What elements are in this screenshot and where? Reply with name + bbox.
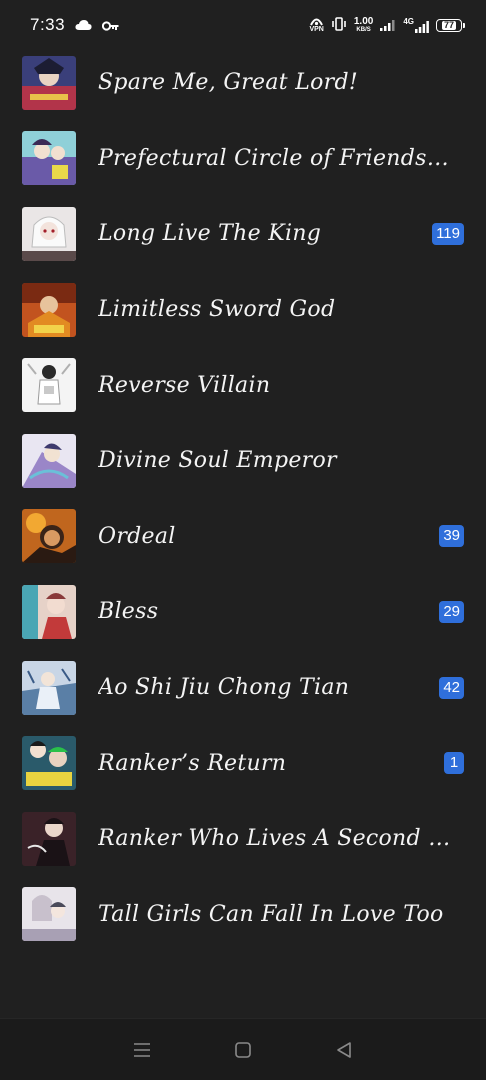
signal-icon xyxy=(380,16,396,35)
vpn-icon: VPN xyxy=(309,17,324,33)
manga-title: Long Live The King xyxy=(98,221,322,247)
manga-title: Ordeal xyxy=(98,523,176,549)
home-icon[interactable] xyxy=(225,1032,261,1068)
manga-title: Bless xyxy=(98,599,159,625)
list-item[interactable]: Reverse Villain xyxy=(0,347,486,423)
network-speed: 1.00 KB/S xyxy=(353,16,374,34)
list-item[interactable]: Bless 29 xyxy=(0,574,486,650)
manga-title: Spare Me, Great Lord! xyxy=(98,70,358,96)
cover-thumbnail xyxy=(22,887,76,942)
manga-title: Limitless Sword God xyxy=(98,297,336,323)
cover-thumbnail xyxy=(22,282,76,337)
cover-thumbnail xyxy=(22,131,76,186)
unread-count-badge: 39 xyxy=(439,525,464,548)
manga-title: Divine Soul Emperor xyxy=(98,448,337,474)
cover-thumbnail xyxy=(22,811,76,866)
speed-unit: KB/S xyxy=(356,27,371,33)
cover-thumbnail xyxy=(22,433,76,488)
list-item[interactable]: Tall Girls Can Fall In Love Too xyxy=(0,877,486,953)
status-time: 7:33 xyxy=(30,15,66,34)
unread-count-badge: 29 xyxy=(439,600,464,623)
vibrate-icon xyxy=(331,16,347,35)
cover-thumbnail xyxy=(22,509,76,564)
manga-title: Prefectural Circle of Friends (R... xyxy=(98,145,452,171)
library-list: Spare Me, Great Lord! Prefectural Circle… xyxy=(0,45,486,952)
cover-thumbnail xyxy=(22,358,76,413)
unread-count-badge: 1 xyxy=(444,752,464,775)
cover-thumbnail xyxy=(22,660,76,715)
menu-icon[interactable] xyxy=(124,1032,160,1068)
unread-count-badge: 42 xyxy=(439,676,464,699)
manga-title: Ranker’s Return xyxy=(98,750,287,776)
manga-title: Ranker Who Lives A Second Ti... xyxy=(98,826,452,852)
cover-thumbnail xyxy=(22,55,76,110)
list-item[interactable]: Long Live The King 119 xyxy=(0,196,486,272)
list-item[interactable]: Spare Me, Great Lord! xyxy=(0,45,486,121)
list-item[interactable]: Divine Soul Emperor xyxy=(0,423,486,499)
cloud-icon xyxy=(75,16,92,35)
battery-level: 77 xyxy=(441,19,456,30)
network-type: 4G xyxy=(403,16,414,26)
signal-4g-icon: 4G xyxy=(403,16,429,33)
list-item[interactable]: Ao Shi Jiu Chong Tian 42 xyxy=(0,650,486,726)
back-icon[interactable] xyxy=(326,1032,362,1068)
manga-title: Reverse Villain xyxy=(98,372,271,398)
list-item[interactable]: Ranker’s Return 1 xyxy=(0,725,486,801)
cover-thumbnail xyxy=(22,206,76,261)
system-nav-bar xyxy=(0,1018,486,1080)
speed-value: 1.00 xyxy=(353,16,374,27)
cover-thumbnail xyxy=(22,584,76,639)
unread-count-badge: 119 xyxy=(432,222,464,245)
vpn-label: VPN xyxy=(309,26,324,33)
list-item[interactable]: Limitless Sword God xyxy=(0,272,486,348)
cover-thumbnail xyxy=(22,736,76,791)
list-item[interactable]: Ranker Who Lives A Second Ti... xyxy=(0,801,486,877)
list-item[interactable]: Ordeal 39 xyxy=(0,499,486,575)
status-bar: 7:33 VPN 1.00 KB/S 4G 77 xyxy=(0,0,486,50)
manga-title: Tall Girls Can Fall In Love Too xyxy=(98,901,444,927)
key-icon xyxy=(101,16,119,35)
battery-icon: 77 xyxy=(436,18,465,32)
list-item[interactable]: Prefectural Circle of Friends (R... xyxy=(0,121,486,197)
manga-title: Ao Shi Jiu Chong Tian xyxy=(98,675,350,701)
